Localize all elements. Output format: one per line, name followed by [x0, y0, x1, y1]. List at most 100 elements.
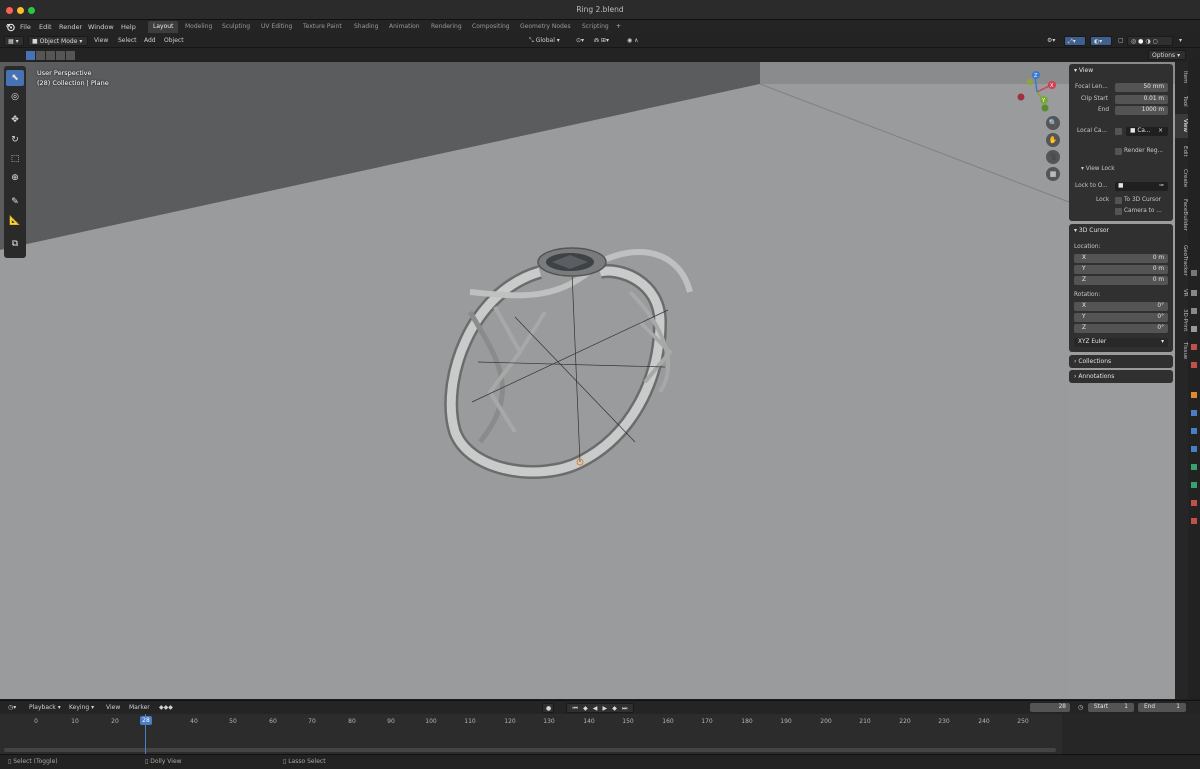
local-camera-field[interactable]: ■ Ca... × — [1126, 127, 1168, 136]
tab-vr[interactable]: VR — [1175, 284, 1188, 302]
blender-logo-icon[interactable] — [5, 22, 15, 32]
menu-playback[interactable]: Playback ▾ — [25, 703, 65, 713]
grid-perspective-icon[interactable]: ▦ — [1046, 167, 1060, 181]
menu-timeline-view[interactable]: View — [102, 703, 124, 713]
timeline-scrollbar[interactable] — [4, 748, 1056, 752]
rotation-mode-dropdown[interactable]: XYZ Euler ▾ — [1074, 338, 1168, 347]
orientation-dropdown[interactable]: ⤡ Global ▾ — [525, 36, 564, 46]
measure-tool-icon[interactable]: 📐 — [6, 213, 24, 229]
timeline-editor-icon[interactable]: ◷▾ — [4, 703, 20, 713]
rotation-y-field[interactable]: Y 0° — [1074, 313, 1168, 322]
menu-render[interactable]: Render — [55, 21, 86, 33]
view-lock-header[interactable]: ▾ View Lock — [1081, 166, 1115, 172]
options-dropdown[interactable]: Options ▾ — [1148, 50, 1186, 60]
tab-tissue[interactable]: Tissue — [1175, 338, 1188, 364]
shading-options-icon[interactable]: ▾ — [1175, 36, 1186, 46]
zoom-icon[interactable]: 🔍 — [1046, 116, 1060, 130]
clear-icon[interactable]: × — [1158, 127, 1164, 136]
jump-end-icon[interactable]: ⏭ — [622, 705, 627, 712]
modifier-properties-icon[interactable] — [1191, 410, 1197, 416]
tab-layout[interactable]: Layout — [148, 21, 179, 33]
menu-keying[interactable]: Keying ▾ — [65, 703, 98, 713]
focal-length-field[interactable]: 50 mm — [1115, 83, 1168, 92]
render-region-checkbox[interactable] — [1115, 148, 1122, 155]
tab-geometry-nodes[interactable]: Geometry Nodes — [515, 21, 576, 33]
move-tool-icon[interactable]: ✥ — [6, 112, 24, 128]
keyframe-icons[interactable]: ◆◆◆ — [155, 703, 177, 713]
axis-gizmo[interactable]: X Y Z — [1015, 70, 1059, 114]
select-subtract-icon[interactable] — [46, 51, 55, 60]
scale-tool-icon[interactable]: ⬚ — [6, 151, 24, 167]
camera-to-view-checkbox[interactable] — [1115, 208, 1122, 215]
lock-to-object-field[interactable]: ■ ✑ — [1115, 182, 1168, 191]
playhead-frame-badge[interactable]: 28 — [140, 716, 152, 725]
tab-texture-paint[interactable]: Texture Paint — [298, 21, 347, 33]
tab-edit[interactable]: Edit — [1175, 140, 1188, 162]
solid-shading-icon[interactable]: ● — [1138, 38, 1143, 45]
location-x-field[interactable]: X 0 m — [1074, 254, 1168, 263]
select-intersect-icon[interactable] — [66, 51, 75, 60]
rotation-z-field[interactable]: Z 0° — [1074, 324, 1168, 333]
tab-sculpting[interactable]: Sculpting — [217, 21, 255, 33]
tab-shading[interactable]: Shading — [349, 21, 383, 33]
clock-icon[interactable]: ◷ — [1074, 703, 1087, 713]
tool-properties-icon[interactable] — [1191, 270, 1197, 276]
record-icon[interactable]: ● — [542, 703, 554, 713]
location-y-field[interactable]: Y 0 m — [1074, 265, 1168, 274]
view-panel-header[interactable]: ▾ View — [1074, 67, 1093, 74]
rendered-shading-icon[interactable]: ○ — [1153, 38, 1158, 45]
mode-dropdown[interactable]: ■ Object Mode ▾ — [28, 36, 88, 46]
tab-view[interactable]: View — [1175, 114, 1188, 138]
menu-window[interactable]: Window — [84, 21, 118, 33]
clip-end-field[interactable]: 1000 m — [1115, 106, 1168, 115]
transform-tool-icon[interactable]: ⊕ — [6, 170, 24, 186]
collections-panel[interactable]: › Collections — [1069, 355, 1173, 368]
texture-properties-icon[interactable] — [1191, 518, 1197, 524]
local-camera-checkbox[interactable] — [1115, 128, 1122, 135]
select-extend-icon[interactable] — [36, 51, 45, 60]
menu-view[interactable]: View — [90, 36, 112, 46]
wireframe-shading-icon[interactable]: ◎ — [1131, 38, 1136, 45]
camera-view-icon[interactable]: 🎥 — [1046, 150, 1060, 164]
xray-icon[interactable]: ▢ — [1114, 36, 1128, 46]
tab-create[interactable]: Create — [1175, 164, 1188, 192]
tab-uv-editing[interactable]: UV Editing — [256, 21, 297, 33]
3d-viewport[interactable] — [0, 62, 1188, 699]
menu-object[interactable]: Object — [160, 36, 188, 46]
add-cube-tool-icon[interactable]: ⧉ — [6, 236, 24, 252]
tab-facebuilder[interactable]: FaceBuilder — [1175, 194, 1188, 236]
menu-select[interactable]: Select — [114, 36, 141, 46]
select-new-icon[interactable] — [26, 51, 35, 60]
select-mode-buttons[interactable] — [26, 51, 78, 60]
add-workspace-icon[interactable]: + — [611, 21, 626, 33]
material-properties-icon[interactable] — [1191, 500, 1197, 506]
start-frame-field[interactable]: Start 1 — [1088, 703, 1134, 712]
end-frame-field[interactable]: End 1 — [1138, 703, 1186, 712]
output-properties-icon[interactable] — [1191, 308, 1197, 314]
proportional-edit-icon[interactable]: ◉ ∧ — [623, 36, 643, 46]
render-properties-icon[interactable] — [1191, 290, 1197, 296]
clip-start-field[interactable]: 0.01 m — [1115, 95, 1168, 104]
menu-marker[interactable]: Marker — [125, 703, 154, 713]
pan-hand-icon[interactable]: ✋ — [1046, 133, 1060, 147]
data-properties-icon[interactable] — [1191, 482, 1197, 488]
tab-compositing[interactable]: Compositing — [467, 21, 515, 33]
snap-icon[interactable]: ⋒ ⊞▾ — [590, 36, 613, 46]
current-frame-field[interactable]: 28 — [1030, 703, 1070, 712]
scene-properties-icon[interactable] — [1191, 344, 1197, 350]
play-icon[interactable]: ▶ — [603, 705, 608, 712]
rotation-x-field[interactable]: X 0° — [1074, 302, 1168, 311]
constraints-properties-icon[interactable] — [1191, 464, 1197, 470]
annotate-tool-icon[interactable]: ✎ — [6, 194, 24, 210]
menu-add[interactable]: Add — [140, 36, 160, 46]
shading-modes[interactable]: ◎ ● ◑ ○ — [1127, 36, 1173, 46]
prev-keyframe-icon[interactable]: ◆ — [583, 705, 588, 712]
cursor-tool-icon[interactable]: ◎ — [6, 89, 24, 105]
eyedropper-icon[interactable]: ✑ — [1159, 182, 1164, 191]
particles-properties-icon[interactable] — [1191, 428, 1197, 434]
location-z-field[interactable]: Z 0 m — [1074, 276, 1168, 285]
3d-cursor-header[interactable]: ▾ 3D Cursor — [1074, 227, 1109, 234]
editor-type-icon[interactable]: ▦ ▾ — [4, 36, 24, 46]
tab-3d-print[interactable]: 3D-Print — [1175, 304, 1188, 336]
menu-file[interactable]: File — [16, 21, 35, 33]
